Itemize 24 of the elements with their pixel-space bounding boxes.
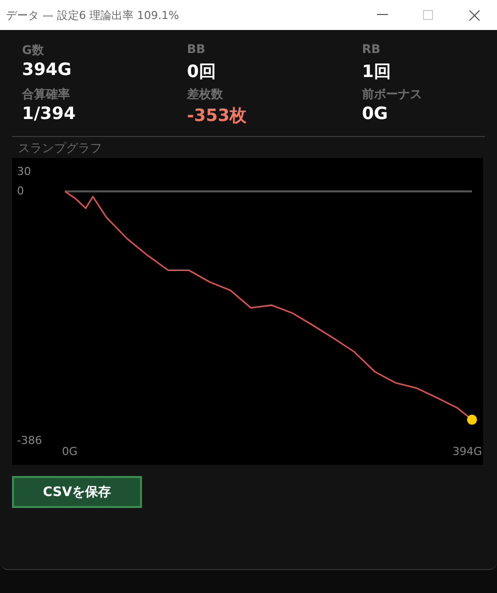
minimize-icon bbox=[376, 14, 388, 16]
stat-value: 1/394 bbox=[22, 104, 77, 126]
y-tick-label: 30 bbox=[17, 165, 31, 178]
stat-label: BB bbox=[187, 42, 206, 58]
close-icon bbox=[468, 10, 480, 20]
maximize-icon bbox=[423, 10, 433, 20]
y-tick-label: 0 bbox=[17, 184, 24, 198]
x-tick-label: 0G bbox=[62, 445, 78, 458]
save-csv-button[interactable]: CSVを保存 bbox=[12, 476, 142, 508]
x-tick-label: 394G bbox=[452, 445, 482, 458]
window-title: データ — 設定6 理論出率 109.1% bbox=[6, 8, 180, 22]
stat-label: RB bbox=[362, 42, 382, 58]
graph-title: スランプグラフ bbox=[17, 140, 103, 157]
stat-value: 1回 bbox=[362, 61, 392, 84]
stat-value: 0回 bbox=[187, 61, 217, 84]
current-point bbox=[467, 414, 477, 425]
stat-value: 0G bbox=[362, 104, 389, 126]
y-tick-label: -386 bbox=[17, 434, 42, 448]
stat-value: 394G bbox=[22, 60, 72, 82]
stat-label: 前ボーナス bbox=[362, 86, 423, 103]
stat-value: -353枚 bbox=[187, 105, 248, 128]
stat-label: 合算確率 bbox=[22, 86, 71, 103]
stat-label: 差枚数 bbox=[187, 86, 224, 103]
stat-label: G数 bbox=[22, 42, 45, 59]
